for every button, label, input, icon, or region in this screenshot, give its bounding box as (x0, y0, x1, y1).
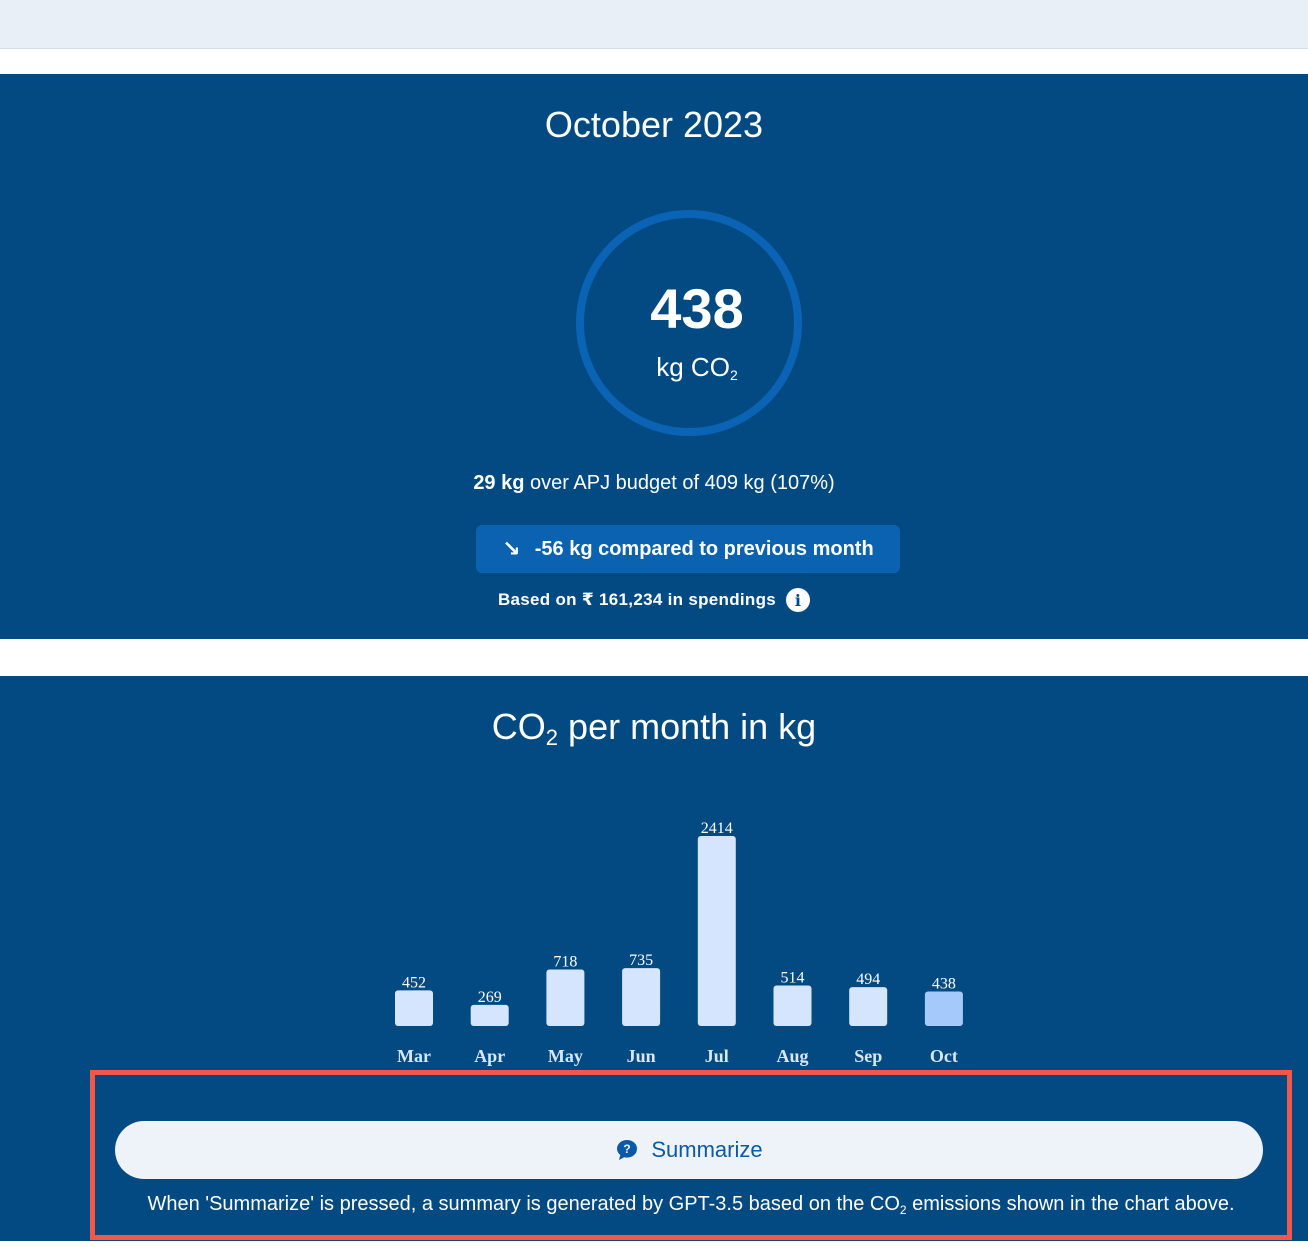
co2-bar-chart: 452 Mar 269 Apr 718 May 735 Jun 2414 Jul 514 Aug 494… (395, 820, 963, 1066)
value-label-oct: 438 (932, 976, 956, 993)
category-label-mar: Mar (397, 1046, 431, 1066)
value-label-sep: 494 (856, 971, 880, 988)
chat-question-icon: ? (615, 1138, 639, 1162)
value-label-apr: 269 (478, 989, 502, 1006)
spending-basis: Based on ₹ 161,234 in spendings i (0, 588, 1308, 612)
category-label-aug: Aug (776, 1046, 808, 1066)
summarize-button[interactable]: ? Summarize (115, 1121, 1263, 1179)
total-emissions-unit: kg CO2 (656, 352, 738, 383)
info-icon[interactable]: i (786, 588, 811, 612)
category-label-oct: Oct (930, 1046, 958, 1066)
value-label-jun: 735 (629, 952, 653, 969)
category-label-apr: Apr (474, 1046, 505, 1066)
value-label-may: 718 (553, 953, 577, 970)
summarize-highlight-frame: ? Summarize When 'Summarize' is pressed,… (90, 1070, 1292, 1240)
bar-apr[interactable] (470, 1004, 509, 1026)
month-comparison-badge: ↘ -56 kg compared to previous month (476, 525, 900, 573)
category-label-jul: Jul (705, 1046, 729, 1066)
bar-sep[interactable] (849, 987, 888, 1026)
budget-status: 29 kg over APJ budget of 409 kg (107%) (0, 472, 1308, 495)
category-label-sep: Sep (854, 1046, 882, 1066)
bar-mar[interactable] (395, 990, 433, 1026)
category-label-may: May (548, 1046, 583, 1066)
monthly-summary-panel: October 2023 438 kg CO2 29 kg over APJ b… (0, 74, 1308, 639)
bar-jul[interactable] (697, 836, 736, 1026)
value-label-mar: 452 (402, 974, 426, 991)
bar-may[interactable] (546, 969, 585, 1026)
summarize-label: Summarize (651, 1137, 763, 1162)
comparison-text: -56 kg compared to previous month (534, 537, 874, 560)
top-header-strip (0, 0, 1308, 49)
budget-overage: 29 kg (473, 472, 525, 494)
monthly-chart-panel: CO2 per month in kg 452 Mar 269 Apr 718 May 73… (0, 676, 1308, 1241)
bar-jun[interactable] (622, 968, 661, 1026)
value-label-aug: 514 (781, 970, 805, 987)
spending-text: Based on ₹ 161,234 in spendings (497, 590, 777, 609)
arrow-down-right-icon: ↘ (502, 536, 521, 561)
bar-oct[interactable] (924, 991, 963, 1026)
total-emissions-value: 438 (650, 277, 744, 340)
bar-aug[interactable] (773, 985, 812, 1026)
value-label-jul: 2414 (701, 820, 733, 837)
budget-description: over APJ budget of 409 kg (107%) (524, 472, 835, 494)
month-title: October 2023 (544, 104, 764, 145)
summarize-disclaimer: When 'Summarize' is pressed, a summary i… (147, 1193, 1235, 1217)
emissions-ring: 438 kg CO2 (576, 210, 802, 436)
category-label-jun: Jun (627, 1046, 656, 1066)
svg-text:?: ? (624, 1142, 631, 1156)
